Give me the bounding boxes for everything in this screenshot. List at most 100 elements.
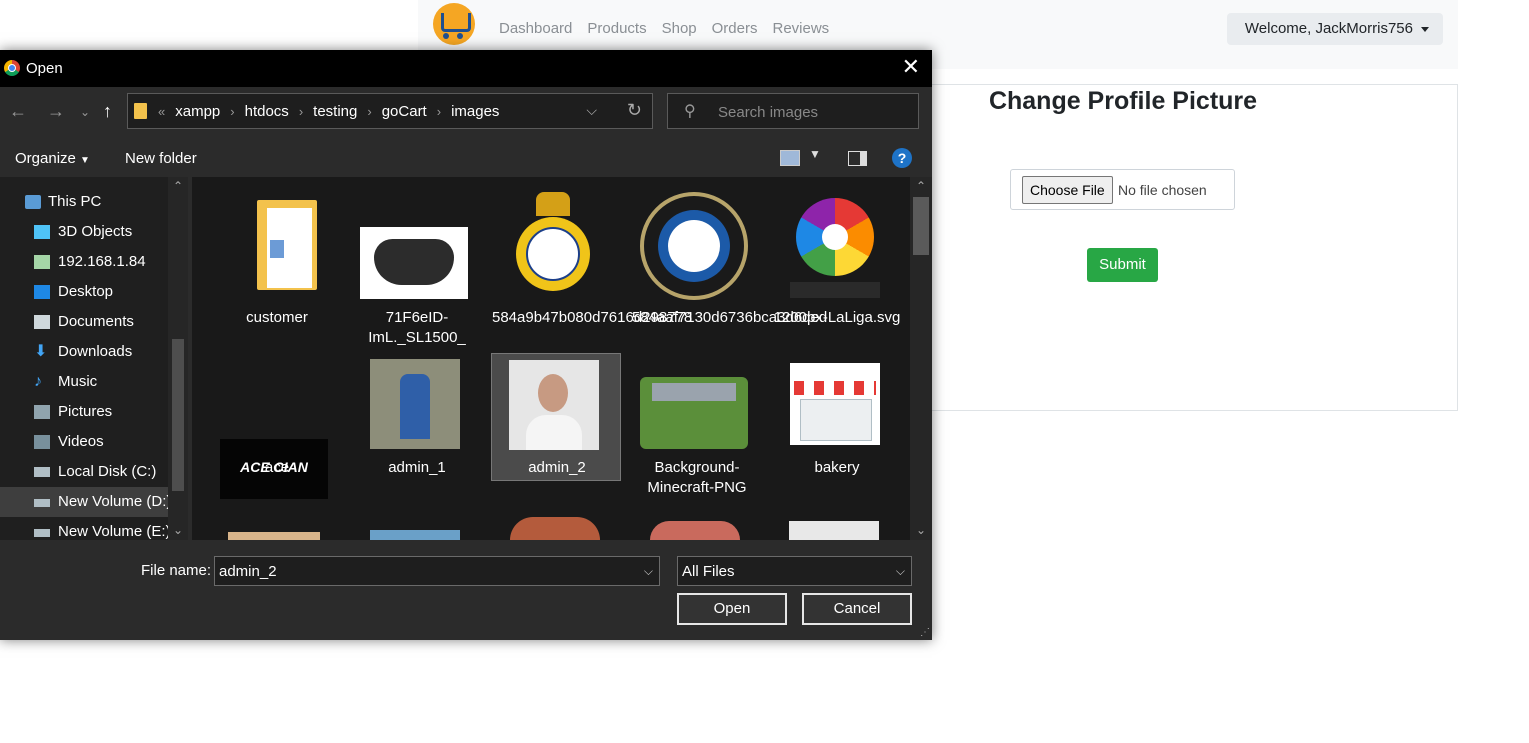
chevron-right-icon[interactable]: ›: [299, 104, 303, 119]
chevron-down-icon[interactable]: ⌵: [586, 102, 597, 119]
nav-links: Dashboard Products Shop Orders Reviews: [499, 20, 829, 37]
sidebar-scrollbar[interactable]: ⌃ ⌄: [168, 177, 188, 540]
chevron-down-icon[interactable]: ⌵: [644, 564, 653, 579]
scroll-down-icon[interactable]: ⌄: [916, 523, 926, 537]
sidebar-item-3d-objects[interactable]: 3D Objects: [0, 217, 168, 247]
search-box[interactable]: ⚲ Search images: [667, 93, 919, 129]
sidebar-item-music[interactable]: ♪ Music: [0, 367, 168, 397]
scroll-up-icon[interactable]: ⌃: [916, 179, 926, 193]
search-icon: ⚲: [684, 103, 696, 120]
sidebar-item-desktop[interactable]: Desktop: [0, 277, 168, 307]
list-item[interactable]: customer: [212, 187, 342, 347]
nav-orders[interactable]: Orders: [712, 20, 758, 37]
videos-icon: [34, 435, 50, 449]
folder-icon: [212, 200, 342, 300]
list-item[interactable]: ACE CIAN ace: [212, 353, 342, 499]
close-icon[interactable]: ✕: [902, 56, 920, 78]
list-item[interactable]: Background-Minecraft-PNG: [632, 353, 762, 501]
file-name: 71F6eID-ImL._SL1500_: [368, 309, 466, 346]
chevron-right-icon[interactable]: ›: [367, 104, 371, 119]
scrollbar-thumb[interactable]: [913, 197, 929, 255]
ace-image: ACE CIAN: [212, 353, 342, 499]
back-arrow-icon[interactable]: ←: [9, 101, 27, 122]
download-icon: ⬇: [34, 343, 48, 360]
address-bar[interactable]: « xampp › htdocs › testing › goCart › im…: [127, 93, 653, 129]
chevron-right-icon[interactable]: ›: [437, 104, 441, 119]
list-item[interactable]: admin_1: [352, 353, 482, 481]
sidebar-item-downloads[interactable]: ⬇ Downloads: [0, 337, 168, 367]
submit-button[interactable]: Submit: [1087, 248, 1158, 282]
chevron-right-icon[interactable]: ›: [230, 104, 234, 119]
drive-icon: [34, 499, 50, 507]
dialog-titlebar[interactable]: Open ✕: [0, 50, 932, 87]
list-item[interactable]: 71F6eID-ImL._SL1500_: [352, 187, 482, 347]
breadcrumb-xampp[interactable]: xampp: [175, 103, 220, 120]
resize-grip-icon[interactable]: ⋰: [920, 627, 930, 638]
help-icon[interactable]: ?: [892, 148, 912, 168]
sidebar-item-label: Documents: [58, 313, 134, 330]
search-input[interactable]: Search images: [718, 104, 818, 121]
music-icon: ♪: [34, 373, 42, 390]
sidebar-item-documents[interactable]: Documents: [0, 307, 168, 337]
sidebar-item-pictures[interactable]: Pictures: [0, 397, 168, 427]
breadcrumb-overflow[interactable]: «: [158, 104, 165, 119]
sidebar-item-label: Videos: [58, 433, 104, 450]
preview-pane-icon[interactable]: [848, 151, 867, 166]
crest-image: [632, 192, 762, 302]
open-button[interactable]: Open: [677, 593, 787, 625]
partial-thumbnail: [228, 532, 320, 540]
nav-products[interactable]: Products: [587, 20, 646, 37]
breadcrumb-gocart[interactable]: goCart: [382, 103, 427, 120]
recent-locations-icon[interactable]: ⌄: [80, 105, 90, 119]
breadcrumb-htdocs[interactable]: htdocs: [245, 103, 289, 120]
file-type-select[interactable]: All Files ⌵: [677, 556, 912, 586]
list-item-selected[interactable]: admin_2: [491, 353, 621, 481]
forward-arrow-icon[interactable]: →: [47, 101, 65, 122]
sidebar-item-network[interactable]: 192.168.1.84: [0, 247, 168, 277]
breadcrumb-testing[interactable]: testing: [313, 103, 357, 120]
admin-photo-image: [492, 360, 622, 450]
computer-icon: [25, 195, 41, 209]
disk-icon: [34, 467, 50, 477]
file-input[interactable]: Choose File No file chosen: [1010, 169, 1235, 210]
sidebar-item-local-disk-c[interactable]: Local Disk (C:): [0, 457, 168, 487]
list-item[interactable]: bakery: [772, 353, 902, 481]
sidebar-item-label: 192.168.1.84: [58, 253, 146, 270]
admin-photo-image: [352, 359, 482, 449]
scroll-up-icon[interactable]: ⌃: [173, 179, 183, 193]
organize-menu[interactable]: Organize ▼: [15, 150, 90, 167]
files-scrollbar[interactable]: ⌃ ⌄: [910, 177, 932, 540]
file-type-value: All Files: [682, 563, 735, 580]
sidebar-item-this-pc[interactable]: This PC: [0, 187, 168, 217]
nav-reviews[interactable]: Reviews: [772, 20, 829, 37]
list-item[interactable]: 584a9b47b080d7616d298778: [492, 187, 692, 347]
sidebar-item-new-volume-e[interactable]: New Volume (E:): [0, 517, 171, 540]
scroll-down-icon[interactable]: ⌄: [173, 523, 183, 537]
desktop-icon: [34, 285, 50, 299]
scrollbar-thumb[interactable]: [172, 339, 184, 491]
up-arrow-icon[interactable]: ↑: [103, 101, 112, 122]
list-item[interactable]: 1200px-LaLiga.svg: [772, 187, 902, 347]
user-menu-button[interactable]: Welcome, JackMorris756: [1226, 13, 1443, 45]
sidebar-item-videos[interactable]: Videos: [0, 427, 168, 457]
cancel-button[interactable]: Cancel: [802, 593, 912, 625]
breadcrumb: « xampp › htdocs › testing › goCart › im…: [158, 103, 499, 120]
cart-logo-icon[interactable]: [433, 3, 475, 45]
breadcrumb-images[interactable]: images: [451, 103, 499, 120]
view-dropdown-icon[interactable]: ▼: [809, 147, 821, 161]
new-folder-button[interactable]: New folder: [125, 150, 197, 167]
sidebar-item-new-volume-d[interactable]: New Volume (D:): [0, 487, 172, 517]
sidebar-item-label: New Volume (D:): [58, 493, 172, 510]
controller-image: [352, 227, 482, 299]
choose-file-button[interactable]: Choose File: [1022, 176, 1113, 204]
view-icon[interactable]: [780, 150, 800, 166]
file-name-field[interactable]: admin_2 ⌵: [214, 556, 660, 586]
chevron-down-icon[interactable]: ⌵: [896, 564, 905, 579]
refresh-icon[interactable]: ↻: [627, 100, 642, 121]
partial-thumbnail: [510, 517, 600, 540]
bakery-image: [772, 363, 902, 445]
crest-image: [492, 192, 622, 297]
list-item[interactable]: 584aaf7130d6736bca3d6ded: [632, 187, 827, 347]
nav-dashboard[interactable]: Dashboard: [499, 20, 572, 37]
nav-shop[interactable]: Shop: [662, 20, 697, 37]
